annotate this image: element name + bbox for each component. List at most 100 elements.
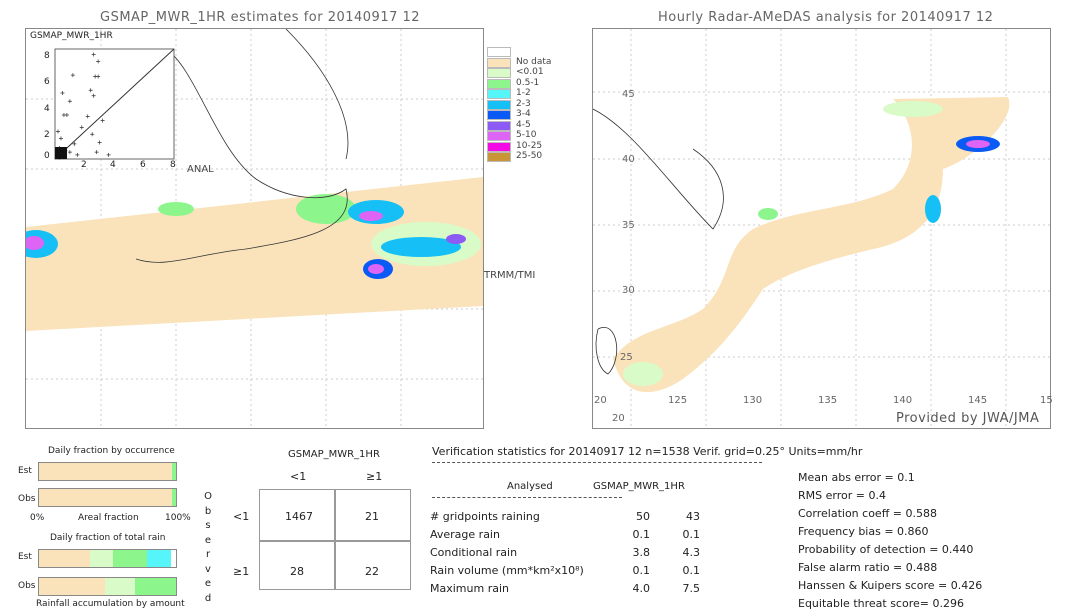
cell-value: 28 xyxy=(290,565,304,578)
anal-label: ANAL xyxy=(187,164,214,175)
corner-label: 20 xyxy=(612,413,625,424)
occurrence-title: Daily fraction by occurrence xyxy=(48,446,175,456)
ytick: 8 xyxy=(44,51,50,61)
lon-label: 135 xyxy=(818,395,838,406)
bar-segment xyxy=(134,578,176,595)
ytick: 4 xyxy=(44,104,50,114)
bar-segment xyxy=(112,550,148,567)
observed-letter: e xyxy=(204,578,212,589)
legend-swatch xyxy=(487,57,511,68)
right-map-title: Hourly Radar-AMeDAS analysis for 2014091… xyxy=(658,10,994,25)
lat-label: 40 xyxy=(622,154,635,165)
cell-value: 21 xyxy=(365,510,379,523)
total-rain-obs-bar xyxy=(38,577,177,596)
stat-value: 0.1 xyxy=(682,564,701,577)
ytick: 0 xyxy=(44,151,50,161)
stat-value: 4.0 xyxy=(632,582,651,595)
x-label: Areal fraction xyxy=(78,513,139,523)
score: RMS error = 0.4 xyxy=(798,489,886,502)
legend-label: No data xyxy=(516,56,552,67)
observed-letter: s xyxy=(205,520,211,531)
score: Correlation coeff = 0.588 xyxy=(798,507,937,520)
stat-value: 50 xyxy=(636,510,650,523)
col-label: ≥1 xyxy=(366,470,383,483)
legend-label: 25-50 xyxy=(516,151,543,161)
legend-swatch xyxy=(487,120,511,131)
stat-label: Maximum rain xyxy=(430,582,509,595)
observed-letter: r xyxy=(205,549,211,560)
stat-value: 7.5 xyxy=(682,582,701,595)
score: Equitable threat score= 0.296 xyxy=(798,597,964,610)
contingency-title: GSMAP_MWR_1HR xyxy=(288,449,380,460)
bar-segment xyxy=(147,550,171,567)
observed-label: Observed xyxy=(203,490,213,606)
legend-swatch xyxy=(487,110,511,120)
xtick: 6 xyxy=(140,160,146,170)
observed-letter: d xyxy=(204,592,212,604)
total-rain-est-bar xyxy=(38,549,177,568)
score: Mean abs error = 0.1 xyxy=(798,471,915,484)
cell-value: 1467 xyxy=(285,510,313,523)
credit: Provided by JWA/JMA xyxy=(896,411,1040,426)
total-rain-xlabel: Rainfall accumulation by amount xyxy=(36,599,185,609)
stat-label: Conditional rain xyxy=(430,546,518,559)
right-map xyxy=(592,28,1051,429)
left-map-canvas xyxy=(14,28,483,428)
est-label: Est xyxy=(18,552,32,562)
obs-label: Obs xyxy=(18,581,36,591)
lat-label: 45 xyxy=(622,89,635,100)
stat-value: 4.3 xyxy=(682,546,701,559)
xtick: 8 xyxy=(170,160,176,170)
legend-swatch xyxy=(487,47,511,57)
score: Frequency bias = 0.860 xyxy=(798,525,929,538)
legend-swatch xyxy=(487,141,511,152)
observed-letter: O xyxy=(204,491,212,502)
right-map-canvas xyxy=(592,29,1050,428)
bar-segment xyxy=(39,463,172,480)
bar-segment xyxy=(39,550,90,567)
stat-value: 0.1 xyxy=(682,528,701,541)
col-est: GSMAP_MWR_1HR xyxy=(593,481,685,492)
lon-label: 140 xyxy=(893,395,913,406)
occurrence-obs-bar xyxy=(38,488,177,507)
lon-label: 125 xyxy=(668,395,688,406)
bar-segment xyxy=(171,489,176,506)
observed-letter: v xyxy=(205,563,211,575)
observed-letter: b xyxy=(204,505,212,517)
bar-segment xyxy=(39,578,105,595)
legend-swatch xyxy=(487,78,511,89)
score: Probability of detection = 0.440 xyxy=(798,543,974,556)
stats-header: Verification statistics for 20140917 12 … xyxy=(432,445,863,458)
left-map xyxy=(14,28,484,429)
xtick: 2 xyxy=(81,160,87,170)
lat-label: 30 xyxy=(622,285,635,296)
row-label: ≥1 xyxy=(233,565,250,578)
occurrence-est-bar xyxy=(38,462,177,481)
lat-label: 20 xyxy=(594,395,607,406)
stat-label: # gridpoints raining xyxy=(430,510,540,523)
legend-label: 1-2 xyxy=(516,88,531,98)
stat-label: Rain volume (mm*km²x10⁸) xyxy=(430,564,584,577)
stat-value: 0.1 xyxy=(632,564,651,577)
legend-label: 10-25 xyxy=(516,140,543,151)
lon-label: 145 xyxy=(968,395,988,406)
bar-segment xyxy=(104,578,135,595)
legend-swatch xyxy=(487,131,511,141)
bar-segment xyxy=(89,550,113,567)
lon-label: 15 xyxy=(1040,395,1053,406)
legend-label: 4-5 xyxy=(516,119,531,130)
stat-value: 43 xyxy=(686,510,700,523)
radar-coverage xyxy=(613,97,1010,393)
legend-swatch xyxy=(487,68,511,78)
legend-swatch xyxy=(487,152,511,162)
legend-label: 3-4 xyxy=(516,109,531,119)
lat-label: 25 xyxy=(620,352,633,363)
observed-letter: e xyxy=(204,534,212,546)
scatter-point-cluster xyxy=(55,147,67,159)
score: False alarm ratio = 0.488 xyxy=(798,561,938,574)
ytick: 2 xyxy=(44,130,50,140)
total-rain-title: Daily fraction of total rain xyxy=(50,533,166,543)
x-max: 100% xyxy=(165,513,191,523)
swath-label: TRMM/TMI xyxy=(484,270,536,281)
legend-swatch xyxy=(487,89,511,99)
